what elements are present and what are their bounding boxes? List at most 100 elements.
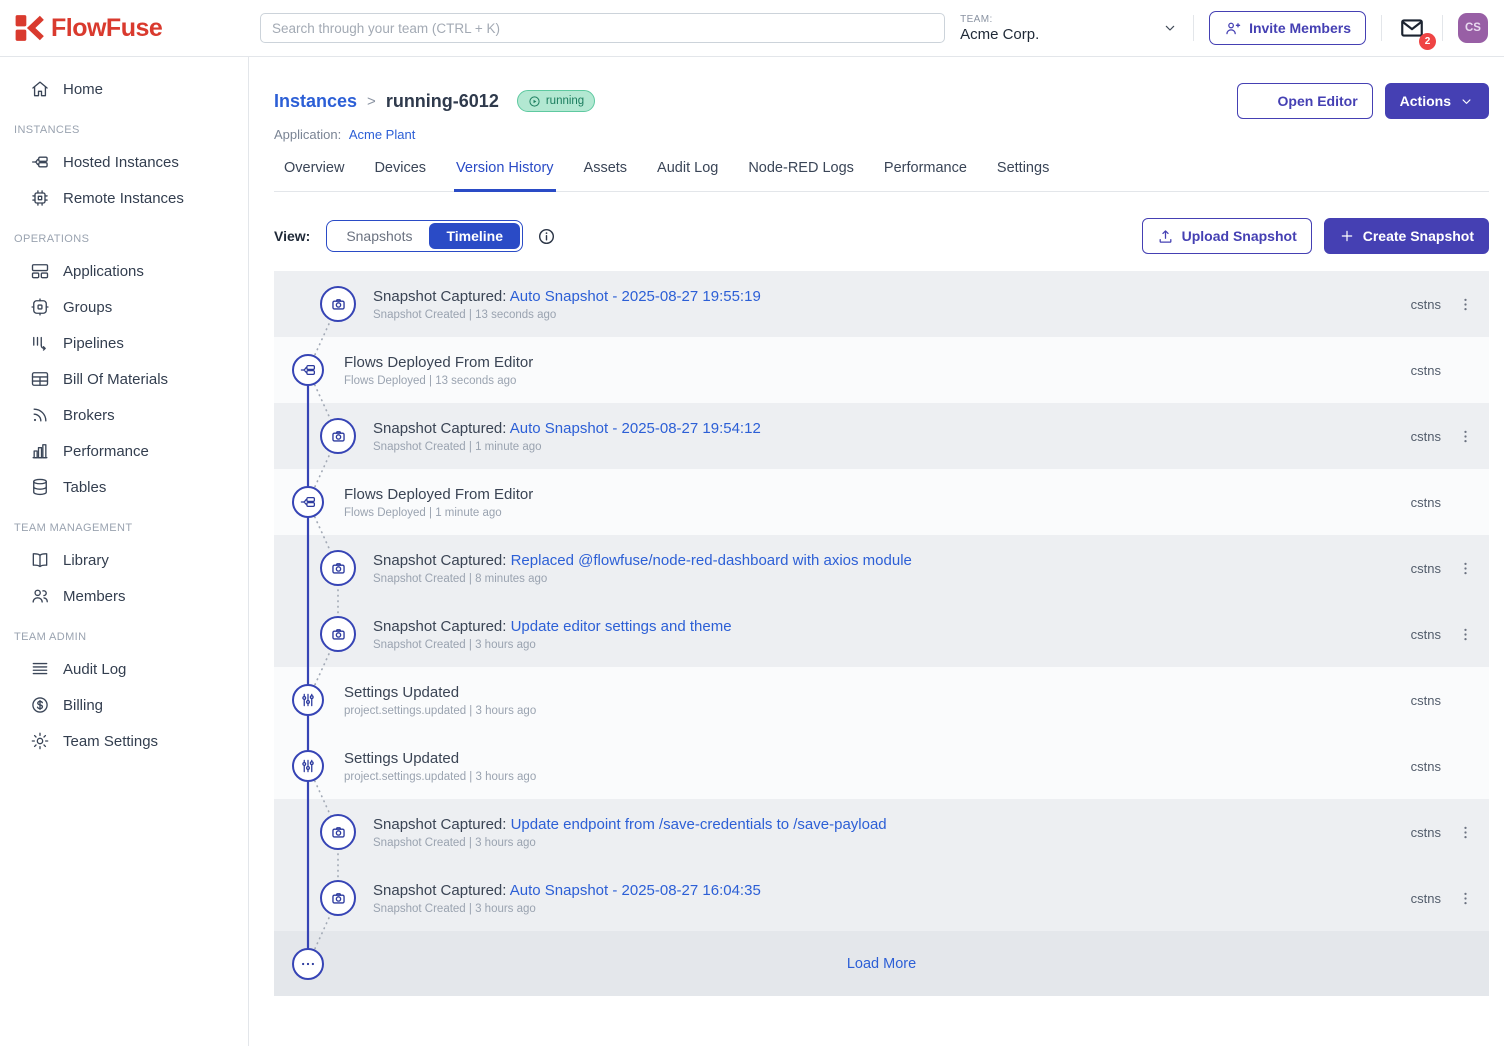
load-more-link[interactable]: Load More — [847, 956, 916, 972]
sidebar-item-bill-of-materials[interactable]: Bill Of Materials — [0, 361, 248, 397]
upload-icon — [1157, 228, 1174, 245]
snapshot-link[interactable]: Auto Snapshot - 2025-08-27 19:54:12 — [510, 420, 761, 437]
tab-assets[interactable]: Assets — [582, 158, 630, 192]
sidebar-item-groups[interactable]: Groups — [0, 289, 248, 325]
camera-icon — [320, 418, 356, 454]
home-icon — [30, 79, 50, 99]
application-row: Application: Acme Plant — [274, 127, 1489, 142]
notification-badge: 2 — [1419, 33, 1436, 50]
brand-logo[interactable]: FlowFuse — [0, 13, 250, 43]
sidebar-item-remote-instances[interactable]: Remote Instances — [0, 180, 248, 216]
tab-node-red-logs[interactable]: Node-RED Logs — [746, 158, 856, 192]
event-user: cstns — [1411, 363, 1441, 378]
open-editor-button[interactable]: Open Editor — [1237, 83, 1373, 119]
view-toggle-snapshots[interactable]: Snapshots — [329, 223, 429, 249]
kebab-menu-icon[interactable] — [1454, 428, 1476, 445]
sidebar-item-team-settings[interactable]: Team Settings — [0, 723, 248, 759]
sidebar-item-brokers[interactable]: Brokers — [0, 397, 248, 433]
actions-button[interactable]: Actions — [1385, 83, 1489, 119]
sidebar-item-label: Billing — [63, 697, 103, 714]
invite-members-button[interactable]: Invite Members — [1209, 11, 1366, 45]
sidebar-item-label: Remote Instances — [63, 190, 184, 207]
kebab-menu-icon[interactable] — [1454, 560, 1476, 577]
camera-icon — [320, 814, 356, 850]
snapshot-link[interactable]: Auto Snapshot - 2025-08-27 19:55:19 — [510, 288, 761, 305]
timeline-row: Snapshot Captured: Update editor setting… — [274, 601, 1489, 667]
info-icon[interactable] — [537, 227, 556, 246]
sidebar-item-label: Bill Of Materials — [63, 371, 168, 388]
sidebar-item-billing[interactable]: Billing — [0, 687, 248, 723]
tab-version-history[interactable]: Version History — [454, 158, 556, 192]
snapshot-link[interactable]: Replaced @flowfuse/node-red-dashboard wi… — [511, 552, 912, 569]
sidebar-section-team-management: TEAM MANAGEMENT — [0, 522, 248, 534]
camera-icon — [320, 616, 356, 652]
event-title: Snapshot Captured: — [373, 420, 510, 437]
snapshot-link[interactable]: Update endpoint from /save-credentials t… — [511, 816, 887, 833]
event-meta: project.settings.updated | 3 hours ago — [344, 771, 536, 783]
tab-overview[interactable]: Overview — [282, 158, 346, 192]
event-meta: Snapshot Created | 3 hours ago — [373, 837, 887, 849]
sidebar-item-label: Pipelines — [63, 335, 124, 352]
ellipsis-icon[interactable] — [292, 948, 324, 980]
event-meta: Flows Deployed | 13 seconds ago — [344, 375, 533, 387]
view-toggle-timeline[interactable]: Timeline — [429, 223, 520, 249]
team-name: Acme Corp. — [960, 26, 1039, 43]
breadcrumb: Instances > running-6012 running Open Ed… — [274, 83, 1489, 119]
page-title: running-6012 — [386, 91, 499, 112]
tab-performance[interactable]: Performance — [882, 158, 969, 192]
sidebar-item-pipelines[interactable]: Pipelines — [0, 325, 248, 361]
breadcrumb-instances-link[interactable]: Instances — [274, 91, 357, 112]
kebab-menu-icon[interactable] — [1454, 296, 1476, 313]
team-label: TEAM: — [960, 14, 1039, 25]
applications-icon — [30, 261, 50, 281]
snapshot-link[interactable]: Auto Snapshot - 2025-08-27 16:04:35 — [510, 882, 761, 899]
timeline-row: Flows Deployed From Editor Flows Deploye… — [274, 337, 1489, 403]
team-selector[interactable]: TEAM: Acme Corp. — [960, 14, 1178, 43]
event-title: Snapshot Captured: — [373, 618, 511, 635]
sidebar-item-audit-log[interactable]: Audit Log — [0, 651, 248, 687]
tables-icon — [30, 477, 50, 497]
billing-icon — [30, 695, 50, 715]
load-more-row: Load More — [274, 931, 1489, 996]
kebab-menu-icon[interactable] — [1454, 890, 1476, 907]
event-meta: Snapshot Created | 8 minutes ago — [373, 573, 912, 585]
timeline-row: Snapshot Captured: Auto Snapshot - 2025-… — [274, 271, 1489, 337]
sidebar-item-label: Team Settings — [63, 733, 158, 750]
event-user: cstns — [1411, 891, 1441, 906]
event-meta: project.settings.updated | 3 hours ago — [344, 705, 536, 717]
sidebar-item-library[interactable]: Library — [0, 542, 248, 578]
sidebar-item-applications[interactable]: Applications — [0, 253, 248, 289]
sidebar-item-label: Library — [63, 552, 109, 569]
open-editor-label: Open Editor — [1278, 93, 1358, 109]
tab-bar: Overview Devices Version History Assets Audi… — [274, 158, 1489, 192]
status-badge: running — [517, 90, 595, 112]
chevron-down-icon — [1459, 94, 1474, 109]
view-controls-row: View: SnapshotsTimeline Upload Snapshot … — [274, 218, 1489, 254]
sidebar-item-hosted-instances[interactable]: Hosted Instances — [0, 144, 248, 180]
tab-audit-log[interactable]: Audit Log — [655, 158, 720, 192]
tab-devices[interactable]: Devices — [372, 158, 428, 192]
event-user: cstns — [1411, 297, 1441, 312]
user-avatar[interactable]: CS — [1458, 13, 1488, 43]
remote-instances-icon — [30, 188, 50, 208]
kebab-menu-icon[interactable] — [1454, 824, 1476, 841]
sidebar-item-home[interactable]: Home — [0, 71, 248, 107]
create-snapshot-label: Create Snapshot — [1363, 228, 1474, 244]
notifications-button[interactable]: 2 — [1397, 13, 1427, 43]
timeline-row: Settings Updated project.settings.update… — [274, 733, 1489, 799]
sidebar-item-label: Applications — [63, 263, 144, 280]
divider — [1193, 15, 1194, 41]
sidebar-item-members[interactable]: Members — [0, 578, 248, 614]
create-snapshot-button[interactable]: Create Snapshot — [1324, 218, 1489, 254]
event-title: Settings Updated — [344, 750, 459, 767]
timeline-row: Snapshot Captured: Auto Snapshot - 2025-… — [274, 403, 1489, 469]
snapshot-link[interactable]: Update editor settings and theme — [511, 618, 732, 635]
sidebar-item-performance[interactable]: Performance — [0, 433, 248, 469]
tab-settings[interactable]: Settings — [995, 158, 1051, 192]
sidebar-item-tables[interactable]: Tables — [0, 469, 248, 505]
upload-snapshot-button[interactable]: Upload Snapshot — [1142, 218, 1312, 254]
event-user: cstns — [1411, 693, 1441, 708]
application-link[interactable]: Acme Plant — [349, 127, 415, 142]
kebab-menu-icon[interactable] — [1454, 626, 1476, 643]
search-input[interactable] — [260, 13, 945, 43]
